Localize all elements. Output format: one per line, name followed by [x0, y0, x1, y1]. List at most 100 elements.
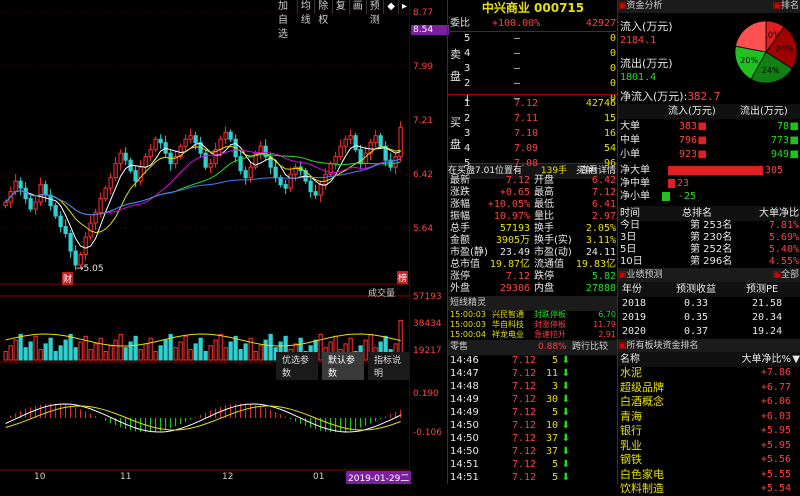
x-label-12: 12 — [222, 472, 234, 482]
tick-time: 14:49 — [450, 407, 479, 418]
ask-row[interactable]: 3 — 0 — [464, 61, 616, 76]
sector-row[interactable]: ■饮料制造+5.54 — [618, 482, 800, 496]
candle-body — [203, 152, 208, 168]
candle-body — [273, 166, 278, 179]
ask-row[interactable]: 2 — 0 — [464, 76, 616, 91]
candle-body — [343, 138, 348, 147]
quote-value: 3.11% — [585, 235, 616, 246]
candle-body — [53, 205, 58, 217]
sector-row[interactable]: ■乳业+5.95 — [618, 438, 800, 453]
sector-row[interactable]: ■钢铁+5.56 — [618, 453, 800, 467]
committee-ratio-row: 委比 +100.00% 42927 — [450, 16, 616, 32]
candle-body — [378, 135, 383, 147]
tick-row: 14:50 7.12 10 ⬇ — [450, 419, 616, 432]
sector-row[interactable]: ■白酒概念+6.06 — [618, 395, 800, 409]
candle-body — [248, 166, 253, 179]
forecast-all-tab[interactable]: ▣全部 — [772, 268, 799, 283]
fund-row-out: 773 — [770, 135, 789, 146]
ask-row[interactable]: 5 — 0 — [464, 31, 616, 46]
ask-row[interactable]: 4 — 0 — [464, 46, 616, 61]
quote-row: 总手 57193 换手 2.05% — [450, 223, 616, 235]
quote-row: 市盈(静) 23.49 市盈(动) 24.11 — [450, 247, 616, 259]
sector-row[interactable]: ■银行+5.95 — [618, 424, 800, 438]
volume-bar — [123, 347, 128, 361]
candle-body — [3, 201, 8, 207]
bid-row[interactable]: 1 7.12 42746 — [464, 96, 616, 111]
candle-body — [43, 184, 48, 196]
volume-bar — [43, 343, 48, 361]
volume-bar — [193, 343, 198, 361]
fund-title-icon: ▣ — [618, 1, 627, 11]
sector-ratio: +5.54 — [760, 483, 791, 494]
candle-body — [98, 198, 103, 214]
volume-bar — [98, 337, 103, 361]
fund-rank-tab[interactable]: ▣排名 — [772, 0, 799, 13]
candle-body — [83, 236, 88, 256]
kline-chart-area[interactable]: 加自选 均线 除权 复 画 预测 ◆ ▸ 成交量 优选参数 默认参数 指标说明 — [0, 0, 410, 484]
net-row-name: 净大单 — [620, 165, 650, 176]
sort-desc-icon[interactable]: ▼ — [792, 352, 800, 367]
sector-row[interactable]: ■水泥+7.86 — [618, 366, 800, 380]
pie-label: 20% — [740, 56, 758, 65]
sector-ratio: +7.86 — [760, 367, 791, 378]
indicator-help-button[interactable]: 指标说明 — [368, 352, 410, 380]
spirit-item[interactable]: 15:00:03 华自科技 封涨停板 11.79 — [450, 320, 616, 330]
volume-bar — [88, 349, 93, 361]
candle-body — [63, 226, 68, 235]
tick-volume: 5 — [551, 407, 558, 418]
fund-row-in: 796 — [678, 135, 697, 146]
spirit-item[interactable]: 15:00:04 祥龙电业 急速拉升 2.91 — [450, 330, 616, 340]
inflow-value: 2184.1 — [620, 35, 657, 46]
tick-row: 14:49 7.12 30 ⬇ — [450, 393, 616, 406]
bid-volume: 42746 — [585, 98, 616, 109]
sector-name: 银行 — [620, 424, 642, 438]
forecast-eps: 0.37 — [684, 326, 709, 337]
ask-level: 2 — [464, 78, 471, 89]
rank-time: 3日 — [620, 232, 637, 243]
cross-compare-tab[interactable]: 跨行比较 — [572, 340, 608, 355]
fund-row: 小单 923 ■ 949 ■ — [620, 148, 800, 162]
bid-row[interactable]: 2 7.11 15 — [464, 111, 616, 126]
price-level-1: 8.77 — [413, 8, 434, 18]
tick-row: 14:51 7.12 5 ⬇ — [450, 458, 616, 471]
sector-row[interactable]: ■青海+6.03 — [618, 409, 800, 424]
candle-body — [338, 145, 343, 158]
optimal-params-button[interactable]: 优选参数 — [276, 352, 318, 380]
candle-body — [393, 156, 398, 168]
quote-label: 量比 — [534, 211, 554, 222]
fund-analysis-panel: ▣资金分析 ▣排名 流入(万元) 2184.1 流出(万元) 1801.4 净流… — [617, 0, 800, 496]
fund-row-name: 中单 — [620, 135, 640, 146]
bid-level: 4 — [464, 143, 471, 154]
net-bar — [668, 179, 675, 188]
volume-bar — [203, 350, 208, 361]
rank-col-time: 时间 — [620, 208, 640, 219]
volume-bar — [38, 349, 43, 361]
fund-table-header: 流入(万元) 流出(万元) — [618, 104, 800, 119]
rank-value: 第 230名 — [690, 232, 733, 243]
quote-label: 最低 — [534, 199, 554, 210]
volume-bar — [8, 345, 13, 361]
default-params-button[interactable]: 默认参数 — [322, 352, 364, 380]
bid-level: 5 — [464, 158, 471, 169]
sector-ratio: +6.03 — [760, 410, 791, 422]
candle-body — [58, 215, 63, 228]
candle-body — [223, 131, 228, 140]
forecast-row: 2018 0.33 21.58 — [618, 297, 800, 311]
spirit-stock: 兴民智通 — [492, 310, 524, 319]
rank-badge[interactable]: 榜 — [397, 271, 409, 284]
bid-row[interactable]: 4 7.09 54 — [464, 141, 616, 156]
candle-body — [103, 187, 108, 200]
bid-row[interactable]: 5 7.08 96 — [464, 156, 616, 171]
forecast-year: 2018 — [622, 298, 647, 309]
candle-body — [313, 191, 318, 196]
sector-row[interactable]: ■白色家电+5.55 — [618, 467, 800, 482]
forecast-col-header: 年份 预测收益 预测PE — [618, 282, 800, 297]
bid-row[interactable]: 3 7.10 16 — [464, 126, 616, 141]
sort-by-net-ratio[interactable]: 大单净比% — [741, 352, 791, 367]
spirit-item[interactable]: 15:00:03 兴民智通 封跌停板 6.70 — [450, 310, 616, 320]
sectors-title-icon: ▣ — [618, 341, 627, 351]
macd-level-1: 0.190 — [413, 389, 439, 399]
sector-row[interactable]: ■超级品牌+6.77 — [618, 380, 800, 395]
volume-level-2: 38434 — [413, 319, 442, 329]
finance-badge[interactable]: 财 — [62, 272, 74, 285]
